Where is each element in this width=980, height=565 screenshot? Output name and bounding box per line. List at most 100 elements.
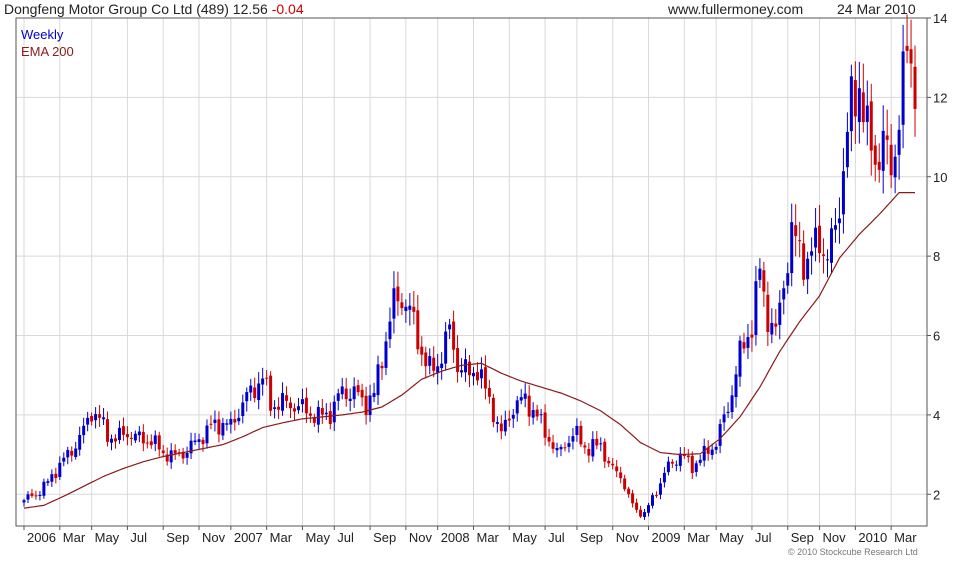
candle-down: [400, 302, 404, 309]
candle-up: [46, 481, 50, 483]
candle-up: [833, 225, 837, 230]
candle-down: [623, 478, 627, 490]
candle-up: [698, 459, 702, 463]
candle-up: [464, 359, 468, 373]
candle-up: [340, 386, 344, 395]
candle-up: [881, 130, 885, 171]
candle-down: [615, 466, 619, 472]
candle-up: [50, 474, 54, 482]
x-tick-label: Sep: [373, 530, 396, 545]
candle-up: [714, 446, 718, 450]
candle-up: [810, 251, 814, 256]
candle-down: [802, 243, 806, 280]
candle-up: [332, 401, 336, 423]
candle-up: [658, 483, 662, 495]
candle-up: [806, 258, 810, 280]
x-tick-label: May: [305, 530, 330, 545]
candle-down: [201, 439, 205, 445]
candle-down: [265, 377, 269, 379]
candle-down: [611, 463, 615, 466]
candle-up: [448, 324, 452, 330]
candle-down: [595, 438, 599, 446]
candle-up: [479, 369, 483, 379]
candle-down: [798, 240, 802, 242]
candle-up: [352, 386, 356, 400]
candle-down: [360, 389, 364, 398]
candle-down: [157, 435, 161, 450]
candle-up: [384, 341, 388, 368]
candle-down: [861, 92, 865, 123]
candle-down: [543, 412, 547, 438]
candle-up: [221, 422, 225, 436]
candle-down: [292, 408, 296, 412]
candle-down: [499, 423, 503, 432]
candle-up: [185, 452, 189, 458]
candle-down: [356, 385, 360, 393]
candle-down: [30, 493, 34, 496]
candle-down: [654, 495, 658, 497]
candle-up: [674, 464, 678, 466]
candle-down: [380, 365, 384, 369]
candle-up: [770, 322, 774, 335]
candle-down: [873, 145, 877, 165]
candle-down: [487, 387, 491, 397]
candle-down: [113, 438, 117, 442]
candle-up: [519, 397, 523, 401]
candle-down: [468, 361, 472, 376]
candle-down: [583, 445, 587, 448]
x-tick-label: Nov: [409, 530, 433, 545]
candle-down: [762, 270, 766, 292]
candle-down: [209, 423, 213, 425]
x-tick-label: Nov: [616, 530, 640, 545]
candle-up: [702, 445, 706, 461]
candle-up: [782, 288, 786, 300]
candle-up: [471, 372, 475, 377]
candle-up: [336, 393, 340, 401]
candle-down: [690, 455, 694, 474]
candle-down: [125, 434, 129, 438]
candle-down: [889, 144, 893, 176]
x-tick-label: Mar: [894, 530, 917, 545]
candle-up: [229, 418, 233, 425]
candle-up: [117, 427, 121, 441]
candle-up: [814, 227, 818, 248]
x-tick-label: Sep: [580, 530, 603, 545]
x-tick-label: 2008: [441, 530, 470, 545]
candle-up: [718, 424, 722, 446]
candle-down: [877, 161, 881, 170]
candle-down: [742, 342, 746, 349]
candle-down: [750, 334, 754, 338]
chart-title: Dongfeng Motor Group Co Ltd (489) 12.56 …: [4, 1, 304, 17]
candle-up: [738, 340, 742, 377]
candle-up: [66, 450, 70, 458]
candle-down: [794, 225, 798, 237]
candle-down: [420, 346, 424, 355]
chart-svg: 2 4 6 8 10 12 14 2006 Mar May Jul Sep Nov 2007 Mar May J…: [4, 1, 947, 557]
candle-up: [734, 374, 738, 398]
candle-up: [213, 419, 217, 424]
candle-down: [631, 493, 635, 504]
candle-up: [845, 131, 849, 168]
candle-down: [289, 402, 293, 409]
candle-down: [818, 225, 822, 254]
candle-up: [841, 171, 845, 215]
x-tick-label: Jul: [548, 530, 565, 545]
chart-date: 24 Mar 2010: [837, 1, 916, 17]
candle-up: [249, 385, 253, 393]
candle-up: [647, 505, 651, 513]
candle-up: [444, 331, 448, 364]
candle-down: [149, 441, 153, 446]
candle-down: [905, 45, 909, 51]
price-change: -0.04: [272, 1, 304, 17]
website-label: www.fullermoney.com: [667, 1, 803, 17]
x-tick-label: Sep: [791, 530, 814, 545]
x-tick-label: Sep: [166, 530, 189, 545]
y-tick-label: 10: [933, 170, 947, 185]
candle-up: [26, 494, 30, 500]
candle-up: [901, 51, 905, 125]
candle-down: [304, 397, 308, 414]
candle-down: [161, 450, 165, 454]
legend-ema-200: EMA 200: [21, 44, 74, 59]
candle-up: [102, 417, 106, 420]
candle-up: [559, 446, 563, 450]
